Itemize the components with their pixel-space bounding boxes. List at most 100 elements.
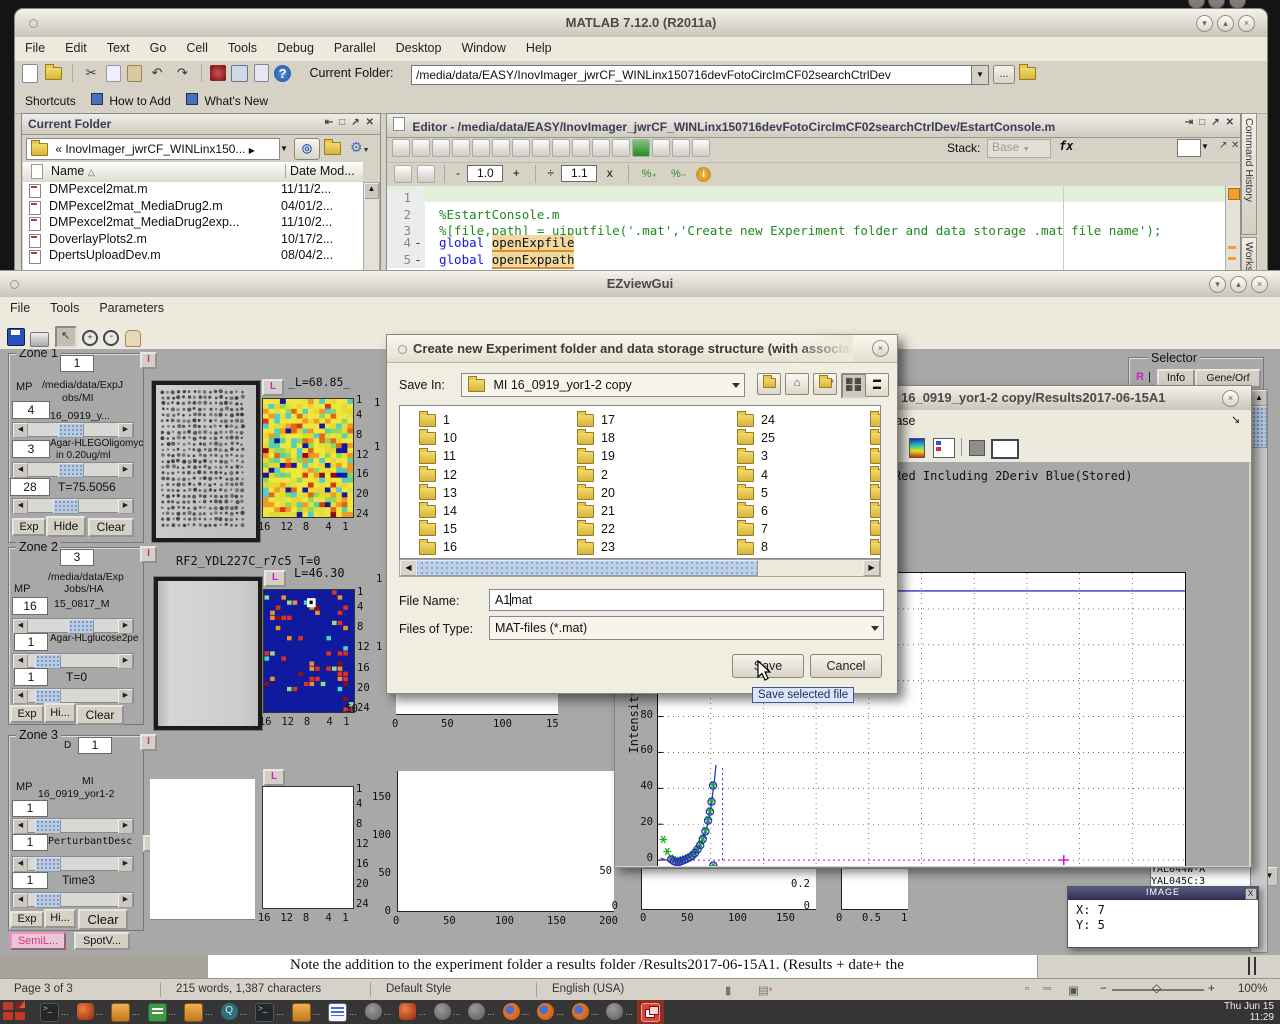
panel-undock-icon[interactable]: ↗ [1211,117,1219,128]
decrease-button[interactable]: - [456,166,460,180]
redo-icon[interactable] [532,139,550,157]
address-dropdown-icon[interactable]: ▼ [280,144,288,153]
taskbar-item-firefox[interactable]: ... [533,1000,568,1024]
menu-parameters[interactable]: Parameters [89,297,174,318]
matlab-titlebar[interactable]: MATLAB 7.12.0 (R2011a) ▾ ▴ × [15,9,1267,38]
folder-item[interactable]: 4 [737,468,768,484]
folder-item[interactable]: 10 [419,431,457,447]
cut-icon[interactable] [452,139,470,157]
file-list-scrollbar[interactable]: ▲ [363,182,380,272]
taskbar-item-qmedia[interactable]: ... [217,1000,252,1024]
plot-a-area[interactable] [396,693,558,715]
panel-pin-icon[interactable]: ⇥ [1185,117,1193,128]
exp-button[interactable]: Exp [10,911,44,928]
close-icon[interactable]: × [872,340,889,357]
mlint-mark[interactable] [1228,257,1236,260]
slider-right-icon[interactable]: ▶ [118,819,133,834]
back-icon[interactable] [592,139,610,157]
open-icon[interactable] [412,139,430,157]
folder-item[interactable] [870,540,881,556]
scroll-up-icon[interactable]: ▲ [1251,390,1267,406]
taskbar-item-terminal[interactable]: ... [251,1000,288,1024]
doc-del-icon[interactable] [672,139,690,157]
taskbar-item-writer[interactable]: ... [324,1000,361,1024]
copy-icon[interactable] [472,139,490,157]
folder-item[interactable]: 22 [577,522,615,538]
panel-close-icon[interactable]: ✕ [1226,117,1234,128]
folder-item[interactable]: 19 [577,449,615,465]
clock[interactable]: Thu Jun 15 11:29 [1224,1001,1274,1023]
ratio1-field[interactable]: 1.0 [467,165,503,182]
zone2-heatmap[interactable] [263,589,355,713]
path-dropdown-icon[interactable]: ▼ [971,65,989,85]
gear-icon[interactable]: ⚙▼ [350,139,370,156]
zone-slider[interactable]: ◀▶ [12,856,134,871]
up-folder-icon[interactable] [324,141,341,155]
maximize-icon[interactable]: ▴ [1217,15,1234,32]
editor-panel-header[interactable]: Editor - /media/data/EASY/InovImager_jwr… [387,114,1240,138]
taskbar-item-app[interactable]: ... [464,1000,499,1024]
new-folder-icon[interactable]: * [813,373,837,395]
find-icon[interactable] [572,139,590,157]
status-page[interactable]: Page 3 of 3 [14,983,73,995]
slider-thumb[interactable] [35,893,61,908]
taskbar-item-firefox[interactable]: ... [568,1000,603,1024]
zoom-slider-handle[interactable]: ◇ [1152,981,1161,995]
grid-view-icon[interactable]: ▦▦▦▦ [841,373,867,399]
zone2-plate-image[interactable] [154,577,262,730]
percent-add-icon[interactable]: %₊ [637,164,661,184]
selection-mode-icon[interactable]: ▮ [725,983,731,997]
cancel-button[interactable]: Cancel [810,654,882,678]
mlint-mark[interactable] [1228,246,1236,249]
plot-d-area[interactable] [841,869,908,910]
folder-item[interactable] [870,486,881,502]
slider-thumb[interactable] [68,619,94,634]
slider-right-icon[interactable]: ▶ [118,463,133,478]
zone-slider[interactable]: ◀▶ [12,688,134,703]
pan-hand-icon[interactable] [125,330,141,347]
workspace-pager-icon[interactable] [3,1002,29,1022]
name-column-header[interactable]: Name △ [51,164,95,178]
address-box[interactable]: « InovImager_jwrCF_WINLinx150... ▶ [26,138,280,160]
slider-right-icon[interactable]: ▶ [118,654,133,669]
zone3-heatmap[interactable] [262,786,354,909]
zone-slider[interactable]: ◀▶ [12,462,134,477]
taskbar-item-folder[interactable]: ... [288,1000,325,1024]
editor-undock-icon[interactable]: ↗ [1219,140,1227,151]
zone-slider[interactable]: ◀▶ [12,498,134,513]
simulink-icon[interactable] [210,65,226,81]
help-icon[interactable]: ? [274,65,291,82]
zone1-heatmap[interactable] [262,398,354,518]
slider-thumb[interactable] [58,463,84,478]
hide-button[interactable]: Hide [46,516,86,537]
doc-right-icon[interactable] [692,139,710,157]
folder-item[interactable]: 3 [737,449,768,465]
menu-desktop[interactable]: Desktop [386,37,452,58]
file-row[interactable]: DMPexcel2mat.m11/11/2... [23,182,363,199]
writer-page[interactable]: Note the addition to the experiment fold… [208,955,1037,978]
folder-item[interactable]: 2 [577,468,608,484]
slider-thumb[interactable] [35,857,61,872]
slider-right-icon[interactable]: ▶ [118,619,133,634]
percent-remove-icon[interactable]: %₋ [667,164,691,184]
tab-command-history[interactable]: Command History [1241,113,1257,235]
stack-dropdown[interactable]: Base ▼ [987,139,1051,158]
zoom-in-button[interactable]: + [1208,983,1215,995]
view-single-page-icon[interactable]: ▫ [1025,983,1029,995]
menu-file[interactable]: File [0,297,40,318]
redo-icon[interactable]: ↷ [172,63,192,83]
axes-box-icon[interactable] [991,439,1019,459]
file-row[interactable]: DoverlayPlots2.m10/17/2... [23,232,363,249]
print-icon[interactable] [30,332,49,347]
folder-item[interactable]: 7 [737,522,768,538]
folder-item[interactable] [870,413,881,429]
spotview-button[interactable]: SpotV... [74,932,130,950]
mp-index-field[interactable]: 1 [12,800,48,817]
slider-thumb[interactable] [58,423,84,438]
doc-add-icon[interactable] [652,139,670,157]
plot-b-area[interactable] [397,771,614,912]
scroll-left-icon[interactable]: ◀ [400,560,417,576]
status-words[interactable]: 215 words, 1,387 characters [176,983,321,995]
folder-item[interactable]: 11 [419,449,456,465]
editor-layout-dropdown-icon[interactable]: ▼ [1201,142,1209,151]
